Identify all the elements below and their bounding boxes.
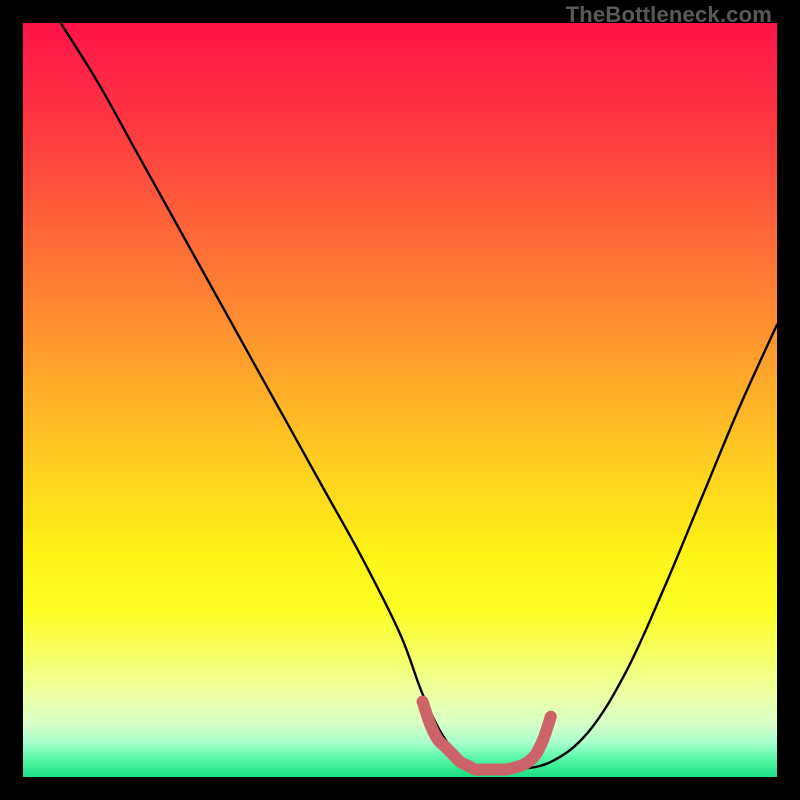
watermark-text: TheBottleneck.com [566,2,772,28]
background-gradient [23,23,777,777]
chart-frame [23,23,777,777]
